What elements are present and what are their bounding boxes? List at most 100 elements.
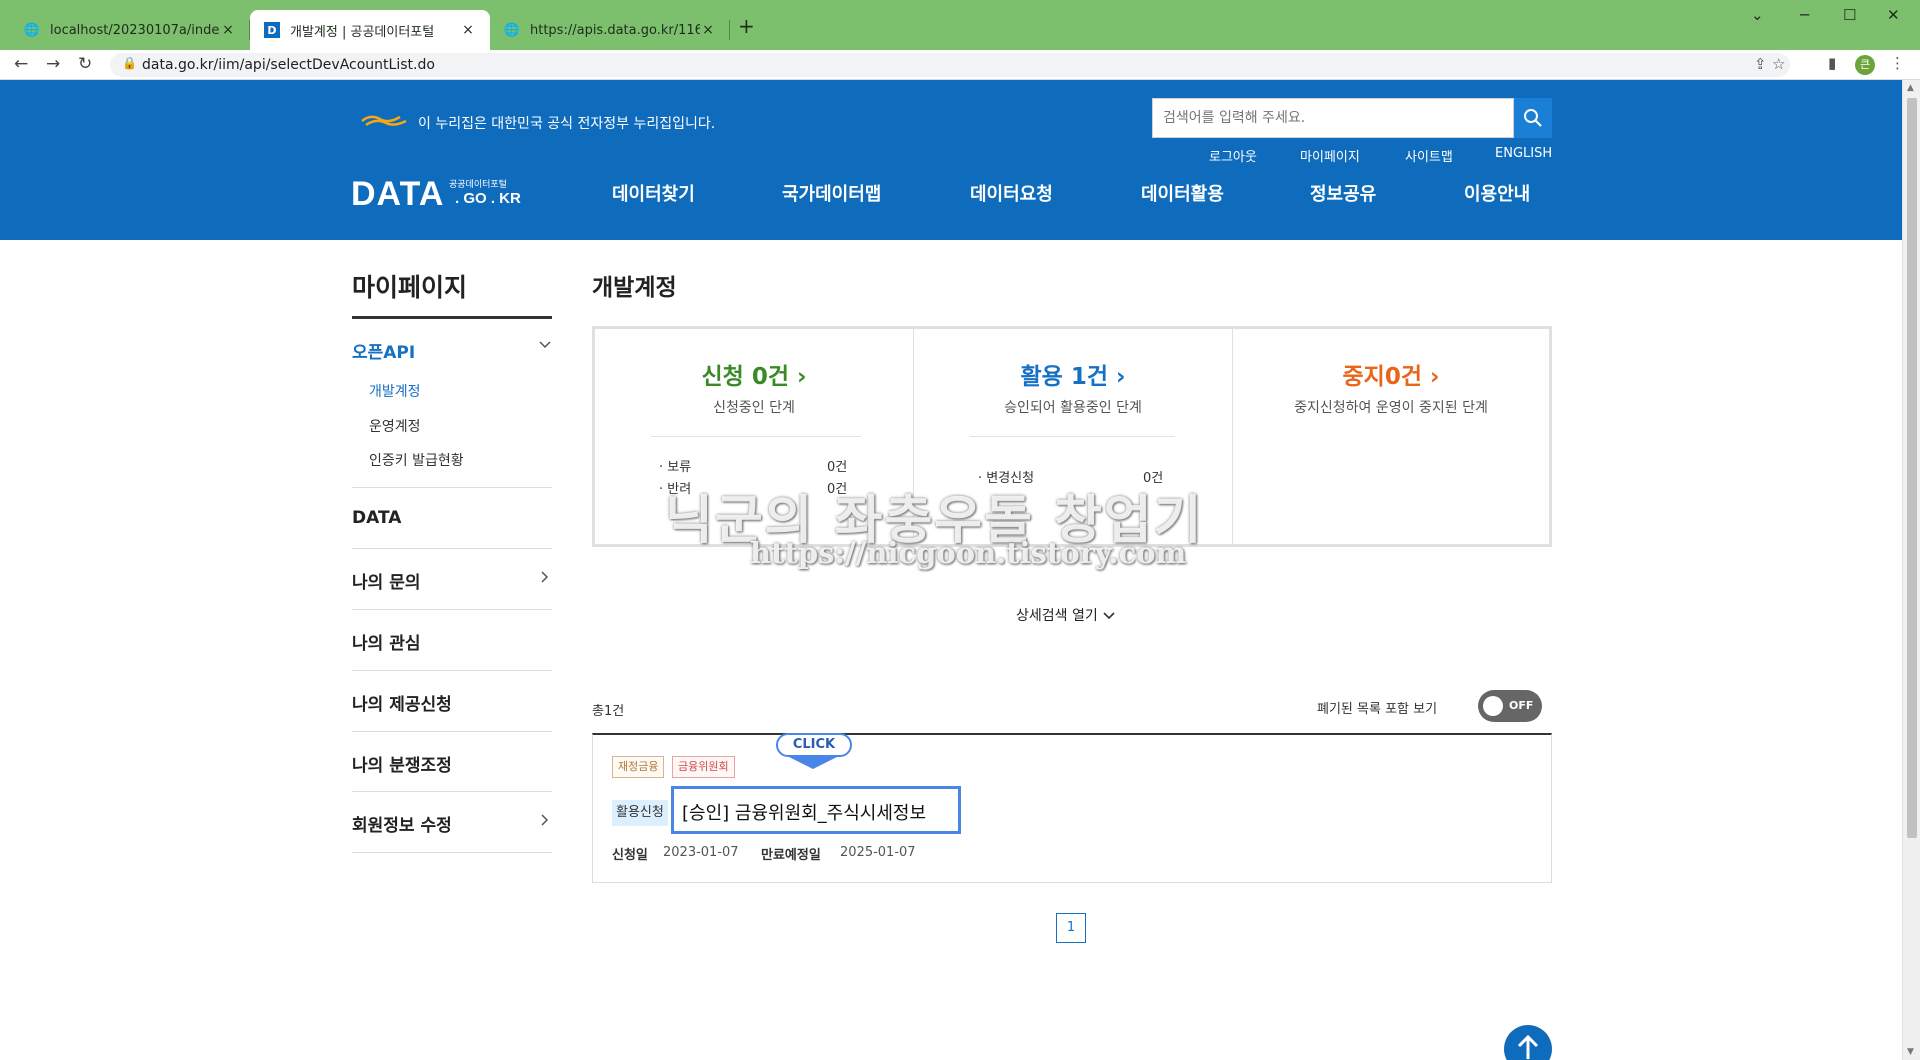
arrow-up-icon bbox=[1517, 1034, 1539, 1059]
scroll-to-top-button[interactable] bbox=[1504, 1025, 1552, 1060]
sidebar-item-my-interest[interactable]: 나의 관심 bbox=[352, 629, 420, 654]
globe-icon: 🌐 bbox=[503, 22, 521, 38]
browser-tab-localhost[interactable]: 🌐 localhost/20230107a/index.html × bbox=[10, 10, 250, 50]
tab-search-chevron-icon[interactable]: ⌄ bbox=[1751, 6, 1764, 24]
gov-banner-text: 이 누리집은 대한민국 공식 전자정부 누리집입니다. bbox=[418, 116, 716, 132]
browser-tab-data-portal[interactable]: D 개발계정 | 공공데이터포털 × bbox=[250, 10, 490, 50]
government-emblem-icon bbox=[361, 115, 407, 127]
bookmark-star-icon[interactable]: ☆ bbox=[1772, 55, 1785, 73]
gnb-data-use[interactable]: 데이터활용 bbox=[1141, 180, 1224, 206]
sidebar-divider bbox=[352, 548, 552, 549]
api-title-link[interactable]: [승인] 금융위원회_주식시세정보 bbox=[682, 799, 926, 825]
address-bar[interactable]: 🔒 data.go.kr/iim/api/selectDevAcountList… bbox=[110, 53, 1790, 77]
close-icon[interactable]: × bbox=[220, 22, 236, 38]
callout-arrow-icon bbox=[789, 757, 837, 769]
browser-tab-apis[interactable]: 🌐 https://apis.data.go.kr/1160100/ × bbox=[490, 10, 730, 50]
data-go-kr-logo[interactable]: DATA bbox=[351, 175, 444, 214]
sidebar-item-my-provision[interactable]: 나의 제공신청 bbox=[352, 690, 452, 715]
status-badge: 활용신청 bbox=[612, 800, 668, 826]
close-icon[interactable]: × bbox=[460, 22, 476, 38]
sidebar-sub-key-status[interactable]: 인증키 발급현황 bbox=[369, 450, 464, 470]
window-close-icon[interactable]: ✕ bbox=[1887, 6, 1900, 24]
scroll-down-icon[interactable]: ▼ bbox=[1907, 1047, 1914, 1057]
sidebar-item-my-inquiry[interactable]: 나의 문의 bbox=[352, 568, 420, 593]
scroll-up-icon[interactable]: ▲ bbox=[1907, 83, 1914, 93]
tab-title: localhost/20230107a/index.html bbox=[50, 22, 220, 38]
detail-search-label: 상세검색 열기 bbox=[1016, 608, 1098, 624]
sidebar-divider bbox=[352, 791, 552, 792]
logo-domain: . GO . KR bbox=[455, 190, 521, 207]
logo-subtitle: 공공데이터포털 bbox=[449, 180, 507, 190]
english-link[interactable]: ENGLISH bbox=[1495, 146, 1552, 161]
summary-apply-count[interactable]: 신청 0건 › bbox=[595, 357, 913, 391]
globe-icon: 🌐 bbox=[23, 22, 41, 38]
sidebar-sub-ops-account[interactable]: 운영계정 bbox=[369, 416, 421, 436]
pagination-page-1[interactable]: 1 bbox=[1056, 913, 1086, 943]
forward-arrow-icon[interactable]: → bbox=[46, 54, 60, 74]
apply-date-value: 2023-01-07 bbox=[663, 845, 739, 860]
gnb-guide[interactable]: 이용안내 bbox=[1464, 180, 1530, 206]
url-text[interactable]: data.go.kr/iim/api/selectDevAcountList.d… bbox=[142, 57, 435, 73]
share-icon[interactable]: ⇪ bbox=[1754, 55, 1767, 73]
summary-row-label: · 보류 bbox=[659, 460, 692, 475]
summary-use-desc: 승인되어 활용중인 단계 bbox=[1004, 400, 1142, 416]
sidebar-item-edit-profile[interactable]: 회원정보 수정 bbox=[352, 811, 452, 836]
menu-kebab-icon[interactable]: ⋮ bbox=[1890, 54, 1905, 72]
sidebar-title-divider bbox=[352, 316, 552, 319]
summary-stop-count[interactable]: 중지0건 › bbox=[1233, 357, 1549, 391]
sidebar-divider bbox=[352, 670, 552, 671]
reload-icon[interactable]: ↻ bbox=[78, 54, 92, 74]
chevron-down-icon[interactable] bbox=[538, 338, 552, 356]
gnb-data-request[interactable]: 데이터요청 bbox=[970, 180, 1053, 206]
sidebar-item-data[interactable]: DATA bbox=[352, 508, 401, 528]
close-icon[interactable]: × bbox=[700, 22, 716, 38]
new-tab-button[interactable]: + bbox=[738, 14, 755, 38]
sidebar-item-openapi[interactable]: 오픈API bbox=[352, 338, 415, 363]
chevron-right-icon[interactable] bbox=[538, 813, 552, 831]
sidebar-divider bbox=[352, 487, 552, 488]
search-button[interactable] bbox=[1514, 98, 1552, 138]
search-icon bbox=[1524, 109, 1542, 127]
chevron-down-icon bbox=[1103, 612, 1115, 620]
maximize-icon[interactable]: ☐ bbox=[1843, 6, 1856, 24]
include-discarded-toggle[interactable]: OFF bbox=[1478, 690, 1542, 722]
blog-watermark-url: https://nicgoon.tistory.com bbox=[750, 536, 1187, 570]
search-input[interactable] bbox=[1153, 99, 1513, 137]
site-search-field[interactable] bbox=[1152, 98, 1514, 138]
lock-icon[interactable]: 🔒 bbox=[122, 56, 137, 70]
summary-stop-desc: 중지신청하여 운영이 중지된 단계 bbox=[1294, 400, 1488, 416]
summary-apply-desc: 신청중인 단계 bbox=[713, 400, 795, 416]
gnb-find-data[interactable]: 데이터찾기 bbox=[612, 180, 695, 206]
chevron-right-icon[interactable] bbox=[538, 570, 552, 588]
summary-stop[interactable]: 중지0건 › 중지신청하여 운영이 중지된 단계 bbox=[1232, 329, 1549, 544]
browser-toolbar: ← → ↻ 🔒 data.go.kr/iim/api/selectDevAcou… bbox=[0, 50, 1920, 80]
summary-use-count[interactable]: 활용 1건 › bbox=[914, 357, 1232, 391]
apply-date-label: 신청일 bbox=[612, 848, 648, 863]
sidebar-item-my-dispute[interactable]: 나의 분쟁조정 bbox=[352, 751, 452, 776]
back-arrow-icon[interactable]: ← bbox=[14, 54, 28, 74]
profile-avatar[interactable]: 큰 bbox=[1855, 55, 1875, 75]
tab-separator bbox=[729, 20, 730, 40]
summary-divider bbox=[970, 436, 1175, 437]
mypage-link[interactable]: 마이페이지 bbox=[1300, 146, 1360, 165]
total-count: 총1건 bbox=[592, 704, 625, 719]
page-scrollbar[interactable]: ▲ ▼ bbox=[1902, 80, 1920, 1060]
api-title-highlight[interactable]: [승인] 금융위원회_주식시세정보 bbox=[671, 786, 961, 834]
browser-tabbar: 🌐 localhost/20230107a/index.html × D 개발계… bbox=[0, 0, 1920, 50]
sidebar-divider bbox=[352, 731, 552, 732]
click-callout: CLICK bbox=[776, 733, 852, 757]
sidebar-divider bbox=[352, 609, 552, 610]
tab-title: https://apis.data.go.kr/1160100/ bbox=[530, 22, 700, 38]
category-tag: 재정금융 bbox=[612, 756, 665, 778]
detail-search-toggle[interactable]: 상세검색 열기 bbox=[1016, 605, 1116, 625]
gnb-info-share[interactable]: 정보공유 bbox=[1310, 180, 1376, 206]
toggle-knob bbox=[1483, 696, 1503, 716]
sidebar-sub-dev-account[interactable]: 개발계정 bbox=[369, 381, 421, 401]
scroll-thumb[interactable] bbox=[1907, 98, 1917, 838]
sitemap-link[interactable]: 사이트맵 bbox=[1405, 146, 1453, 165]
side-panel-icon[interactable]: ▮ bbox=[1828, 54, 1836, 72]
logout-link[interactable]: 로그아웃 bbox=[1209, 146, 1257, 165]
minimize-icon[interactable]: ─ bbox=[1800, 6, 1809, 24]
gnb-national-data-map[interactable]: 국가데이터맵 bbox=[782, 180, 881, 206]
tab-title: 개발계정 | 공공데이터포털 bbox=[290, 24, 435, 40]
